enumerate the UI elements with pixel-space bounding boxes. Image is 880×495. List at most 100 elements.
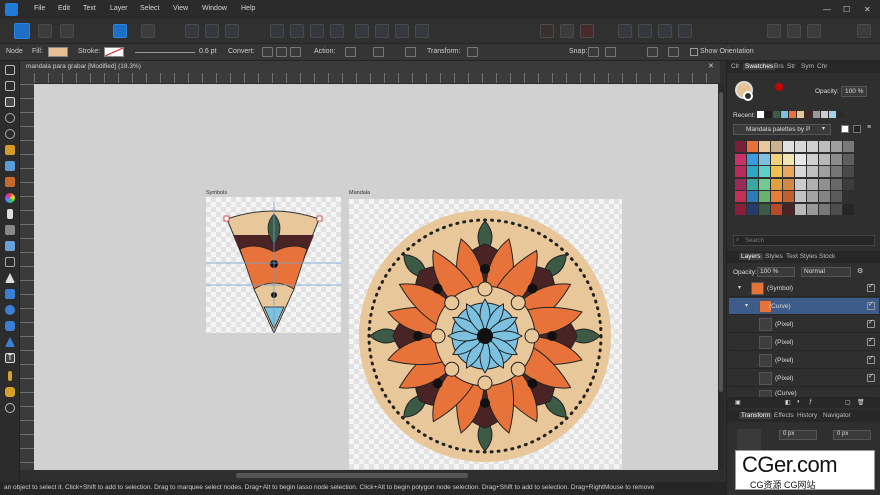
break-curve-icon[interactable]: [345, 47, 356, 57]
snap-nodes-icon[interactable]: [588, 47, 599, 57]
swatch-grid[interactable]: [735, 141, 857, 217]
swatch[interactable]: [771, 141, 782, 152]
transform-y-field[interactable]: 0 px: [833, 430, 871, 440]
swatch[interactable]: [819, 203, 830, 215]
rounded-rect-tool-icon[interactable]: [5, 321, 15, 331]
swatch[interactable]: [759, 166, 770, 177]
rectangle-tool-icon[interactable]: [5, 289, 15, 299]
swatch[interactable]: [783, 141, 794, 152]
fill-tool-icon[interactable]: [7, 209, 13, 219]
swatch[interactable]: [783, 178, 794, 190]
swatch[interactable]: [771, 153, 782, 165]
swatch[interactable]: [819, 166, 830, 177]
swatch[interactable]: [783, 153, 794, 165]
swatch[interactable]: [807, 178, 818, 190]
snapping-toggle-icon[interactable]: [580, 24, 594, 38]
tab-effects[interactable]: Effects: [772, 412, 796, 419]
swatch[interactable]: [831, 166, 842, 177]
mandala-artboard[interactable]: [349, 199, 622, 469]
convert-smart-icon[interactable]: [290, 47, 301, 57]
swatch[interactable]: [747, 141, 758, 152]
text-tool-icon[interactable]: T: [5, 353, 15, 363]
tab-stock[interactable]: Stock: [817, 253, 837, 260]
swatch[interactable]: [819, 178, 830, 190]
swatch[interactable]: [747, 191, 758, 202]
move-tool-icon[interactable]: [5, 65, 15, 75]
swatch[interactable]: [759, 178, 770, 190]
stroke-color-well[interactable]: [743, 91, 753, 101]
insert-top-icon[interactable]: [807, 24, 821, 38]
tab-stroke[interactable]: Str: [785, 63, 797, 70]
swatch[interactable]: [819, 153, 830, 165]
swatch[interactable]: [771, 191, 782, 202]
snapping-manager-icon[interactable]: [141, 24, 155, 38]
minimize-icon[interactable]: —: [823, 5, 831, 14]
arrange-back-icon[interactable]: [270, 24, 284, 38]
tab-layers[interactable]: Layers: [739, 253, 763, 260]
swatch[interactable]: [807, 203, 818, 215]
swatch[interactable]: [795, 166, 806, 177]
snap-handles-icon[interactable]: [605, 47, 616, 57]
layer-row[interactable]: (Pixel): [729, 352, 879, 369]
menu-window[interactable]: Window: [202, 5, 227, 12]
horizontal-ruler[interactable]: [34, 73, 720, 84]
swatch[interactable]: [831, 203, 842, 215]
swatch[interactable]: [747, 166, 758, 177]
snap-grid-icon[interactable]: [540, 24, 554, 38]
rotate-right-icon[interactable]: [415, 24, 429, 38]
layer-row[interactable]: (Curve): [729, 388, 879, 398]
triangle-tool-icon[interactable]: [5, 273, 15, 283]
menu-edit[interactable]: Edit: [58, 5, 70, 12]
convert-smooth-icon[interactable]: [276, 47, 287, 57]
tab-transform[interactable]: Transform: [739, 412, 773, 419]
tab-character[interactable]: Chr: [815, 63, 829, 70]
vertical-scroll-thumb[interactable]: [719, 92, 723, 392]
close-icon[interactable]: ✕: [864, 5, 871, 14]
pixel-persona-icon[interactable]: [38, 24, 52, 38]
crop-tool-icon[interactable]: [5, 257, 15, 267]
export-persona-icon[interactable]: [60, 24, 74, 38]
recent-swatches[interactable]: [757, 111, 867, 119]
node-tool-icon[interactable]: [5, 97, 15, 107]
rotate-left-icon[interactable]: [395, 24, 409, 38]
swatch[interactable]: [783, 166, 794, 177]
tab-colour[interactable]: Clr: [729, 63, 741, 70]
arrange-front-icon[interactable]: [330, 24, 344, 38]
swatch[interactable]: [843, 153, 854, 165]
mandala-art[interactable]: [349, 199, 622, 469]
swatch[interactable]: [747, 178, 758, 190]
swatch[interactable]: [831, 141, 842, 152]
swatch[interactable]: [807, 153, 818, 165]
swatch[interactable]: [771, 166, 782, 177]
layer-visibility-checkbox[interactable]: [867, 318, 875, 328]
transform-mode-icon[interactable]: [467, 47, 478, 57]
menu-select[interactable]: Select: [140, 5, 159, 12]
swatch[interactable]: [795, 203, 806, 215]
tab-text-styles[interactable]: Text Styles: [784, 253, 819, 260]
swatch[interactable]: [807, 141, 818, 152]
swatch[interactable]: [843, 178, 854, 190]
menu-file[interactable]: File: [34, 5, 45, 12]
layer-row[interactable]: (Pixel): [729, 370, 879, 387]
swatch[interactable]: [747, 153, 758, 165]
panel-menu-icon[interactable]: ≡: [867, 124, 871, 131]
snap-angle-icon[interactable]: [668, 47, 679, 57]
menu-view[interactable]: View: [173, 5, 188, 12]
eyedropper-tool-icon[interactable]: [8, 371, 12, 381]
hand-tool-icon[interactable]: [5, 387, 15, 397]
expand-arrow-icon[interactable]: ▾: [738, 284, 741, 291]
swatch[interactable]: [771, 203, 782, 215]
layer-visibility-checkbox[interactable]: [867, 336, 875, 346]
artboard-tool-icon[interactable]: [5, 81, 15, 91]
expand-arrow-icon[interactable]: ▾: [745, 302, 748, 309]
zoom-tool-icon[interactable]: [5, 403, 15, 413]
transparency-tool-icon[interactable]: [5, 225, 15, 235]
swatch[interactable]: [735, 191, 746, 202]
layer-visibility-checkbox[interactable]: [867, 354, 875, 364]
shape-tool-icon[interactable]: [5, 337, 15, 347]
symbol-wedge-art[interactable]: [206, 197, 341, 335]
fill-swatch[interactable]: [48, 47, 68, 57]
swatch[interactable]: [831, 191, 842, 202]
tab-navigator[interactable]: Navigator: [821, 412, 853, 419]
swatch[interactable]: [735, 141, 746, 152]
